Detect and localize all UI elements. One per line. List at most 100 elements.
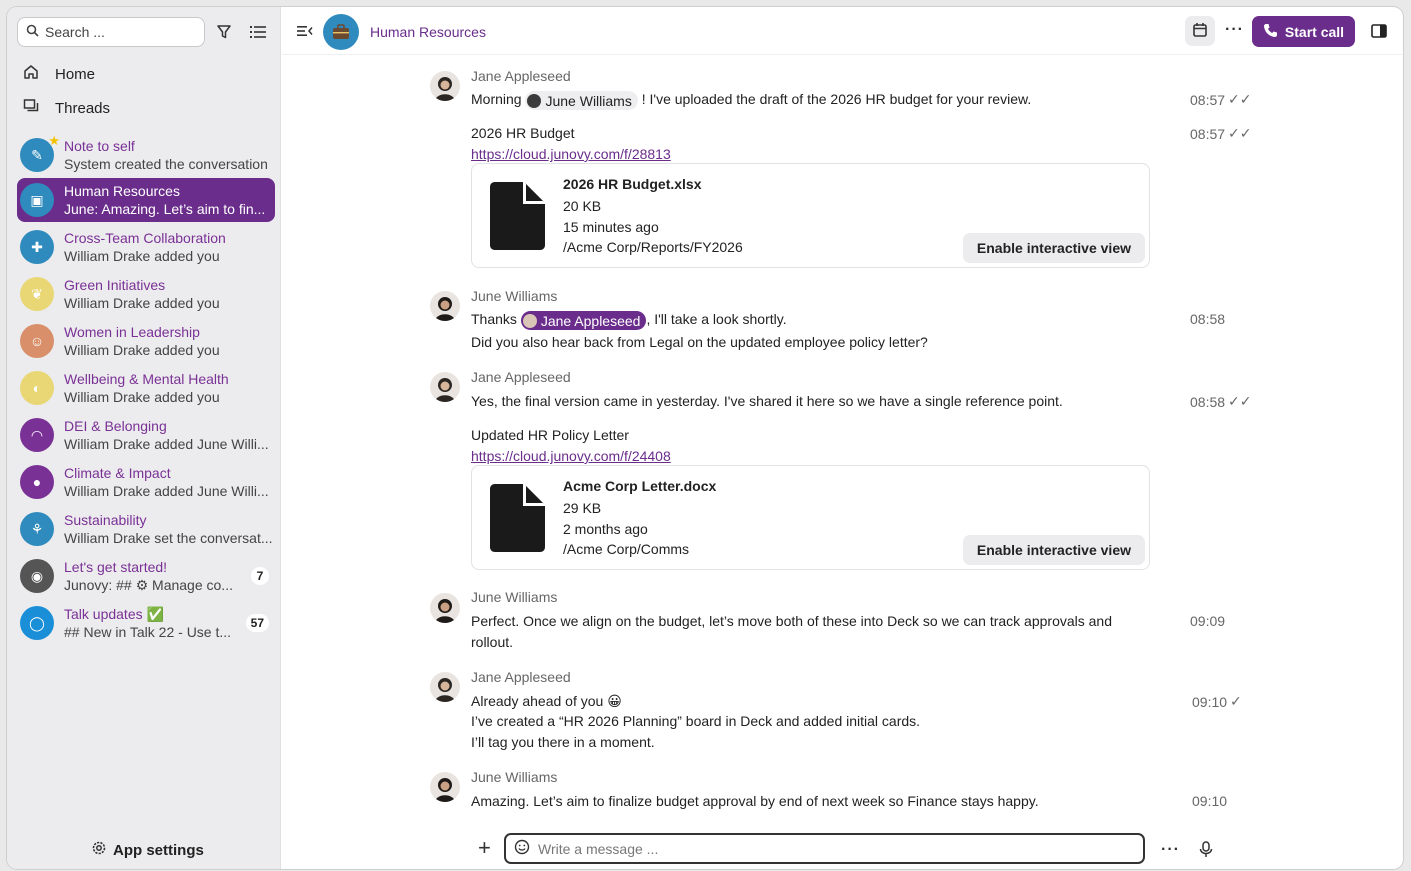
conversation-text: Climate & Impact William Drake added June…: [64, 464, 275, 500]
conversation-item[interactable]: ◠ DEI & Belonging William Drake added June…: [17, 413, 275, 457]
conversation-avatar: ⚘: [20, 512, 54, 546]
emoji-icon[interactable]: [514, 839, 530, 858]
filter-icon[interactable]: [212, 20, 236, 44]
nav-threads-label: Threads: [55, 99, 111, 117]
nav-home[interactable]: Home: [19, 59, 269, 89]
message-text-part: Morning: [471, 91, 522, 108]
time-label: 08:57: [1190, 91, 1226, 108]
time-label: 09:10: [1192, 793, 1228, 809]
more-options-icon[interactable]: ···: [1225, 21, 1244, 39]
conversation-icon: ⚘: [30, 520, 44, 537]
conversation-last-message: William Drake added you: [64, 342, 220, 358]
sidebar: Home Threads ✎★Note to selfSystem create…: [7, 7, 281, 869]
time-label: 08:58: [1190, 393, 1226, 410]
message-text: I’ve created a “HR 2026 Planning” board …: [471, 713, 921, 729]
avatar[interactable]: [430, 372, 460, 402]
microphone-icon[interactable]: [1199, 841, 1213, 861]
conversation-icon: ◠: [30, 426, 44, 443]
conversation-icon: ◉: [30, 567, 44, 584]
sent-receipt-icon: ✓: [1230, 693, 1242, 709]
message-input[interactable]: [538, 840, 1118, 857]
read-receipt-icon: ✓✓: [1228, 91, 1252, 107]
sidebar-toggle-icon[interactable]: [1371, 24, 1387, 41]
conversation-name: Let's get started!: [64, 559, 168, 575]
conversation-icon: ✎: [31, 146, 43, 163]
message-text: rollout.: [471, 634, 514, 650]
calendar-button[interactable]: [1185, 16, 1215, 46]
conversation-last-message: June: Amazing. Let’s aim to fin...: [64, 201, 266, 217]
avatar[interactable]: [430, 772, 460, 802]
user-mention[interactable]: June Williams: [525, 91, 638, 110]
conversation-name: Climate & Impact: [64, 465, 171, 481]
collapse-sidebar-icon[interactable]: [297, 24, 313, 41]
message-author[interactable]: June Williams: [471, 589, 557, 605]
conversation-name: Cross-Team Collaboration: [64, 230, 226, 246]
message-author[interactable]: Jane Appleseed: [471, 669, 571, 685]
conversation-title[interactable]: Human Resources: [370, 24, 486, 40]
app-window: Home Threads ✎★Note to selfSystem create…: [7, 7, 1403, 869]
file-preview-card[interactable]: Acme Corp Letter.docx 29 KB 2 months ago…: [471, 465, 1150, 570]
avatar[interactable]: [430, 71, 460, 101]
conversation-item[interactable]: ✎ ★ Note to self System created the convers…: [17, 133, 275, 177]
start-call-label: Start call: [1284, 23, 1345, 40]
search-input[interactable]: [45, 24, 185, 40]
conversation-item[interactable]: ✚ Cross-Team Collaboration William Drake a…: [17, 225, 275, 269]
conversation-item[interactable]: ☺ Women in Leadership William Drake added …: [17, 319, 275, 363]
message-text: Morning June Williams ! I've uploaded th…: [471, 91, 1031, 110]
conversation-name: Sustainability: [64, 512, 147, 528]
chat-header: Human Resources ··· Start call: [282, 7, 1403, 55]
message-author[interactable]: June Williams: [471, 769, 557, 785]
file-link[interactable]: https://cloud.junovy.com/f/24408: [471, 448, 671, 464]
enable-interactive-view-button[interactable]: Enable interactive view: [962, 535, 1145, 565]
file-link[interactable]: https://cloud.junovy.com/f/28813: [471, 146, 671, 162]
message-time: 08:57 ✓✓: [1190, 125, 1252, 142]
mention-avatar: [527, 93, 542, 108]
conversation-text: Note to self System created the conversat…: [64, 137, 275, 173]
nav-home-label: Home: [55, 65, 96, 83]
unread-count-badge: 7: [251, 567, 269, 585]
conversation-name: Talk updates ✅: [64, 606, 164, 622]
message-text-part: Thanks: [471, 311, 517, 328]
conversation-avatar: ◐: [20, 371, 54, 405]
conversation-item[interactable]: ⚘ Sustainability William Drake set the con…: [17, 507, 275, 551]
file-size: 29 KB: [563, 500, 602, 516]
message-author[interactable]: Jane Appleseed: [471, 68, 571, 84]
conversation-item[interactable]: ◐ Wellbeing & Mental Health William Drake …: [17, 366, 275, 410]
conversation-item[interactable]: ◉ Let's get started! Junovy: ## ⚙ Manage c…: [17, 554, 275, 598]
chat-main: Human Resources ··· Start call Jane Appl…: [282, 7, 1403, 869]
conversation-avatar: ◯: [20, 606, 54, 640]
app-settings-button[interactable]: App settings: [91, 840, 204, 860]
avatar[interactable]: [430, 593, 460, 623]
start-call-button[interactable]: Start call: [1252, 16, 1355, 47]
conversation-last-message: Junovy: ## ⚙ Manage co...: [64, 577, 233, 593]
add-attachment-icon[interactable]: +: [478, 837, 491, 859]
file-path: /Acme Corp/Comms: [563, 541, 690, 557]
message-composer[interactable]: [504, 833, 1145, 864]
self-mention[interactable]: Jane Appleseed: [520, 311, 647, 330]
file-icon: [490, 182, 545, 253]
conversation-name: Human Resources: [64, 183, 180, 199]
avatar[interactable]: [430, 672, 460, 702]
conversation-icon: ☺: [29, 333, 45, 349]
message-text: Yes, the final version came in yesterday…: [471, 393, 1063, 409]
file-preview-card[interactable]: 2026 HR Budget.xlsx 20 KB 15 minutes ago…: [471, 163, 1150, 268]
enable-interactive-view-button[interactable]: Enable interactive view: [962, 233, 1145, 263]
conversation-avatar[interactable]: [323, 14, 359, 50]
conversation-icon: ❦: [31, 285, 43, 302]
search-box[interactable]: [17, 17, 205, 47]
list-options-icon[interactable]: [246, 20, 270, 44]
message-author[interactable]: Jane Appleseed: [471, 369, 571, 385]
nav-threads[interactable]: Threads: [19, 93, 269, 123]
conversation-item[interactable]: ▣ Human Resources June: Amazing. Let’s aim…: [17, 178, 275, 222]
conversation-last-message: William Drake added June Willi...: [64, 483, 269, 499]
conversation-text: Green Initiatives William Drake added you: [64, 276, 275, 312]
conversation-item[interactable]: ◯ Talk updates ✅ ## New in Talk 22 - Use t…: [17, 601, 275, 645]
avatar[interactable]: [430, 291, 460, 321]
message-author[interactable]: June Williams: [471, 288, 557, 304]
app-settings-label: App settings: [113, 841, 204, 859]
composer-more-icon[interactable]: ···: [1161, 841, 1180, 859]
conversation-item[interactable]: ● Climate & Impact William Drake added Jun…: [17, 460, 275, 504]
conversation-item[interactable]: ❦ Green Initiatives William Drake added yo…: [17, 272, 275, 316]
message-time: 08:57 ✓✓: [1190, 91, 1252, 108]
calendar-icon: [1192, 22, 1208, 41]
